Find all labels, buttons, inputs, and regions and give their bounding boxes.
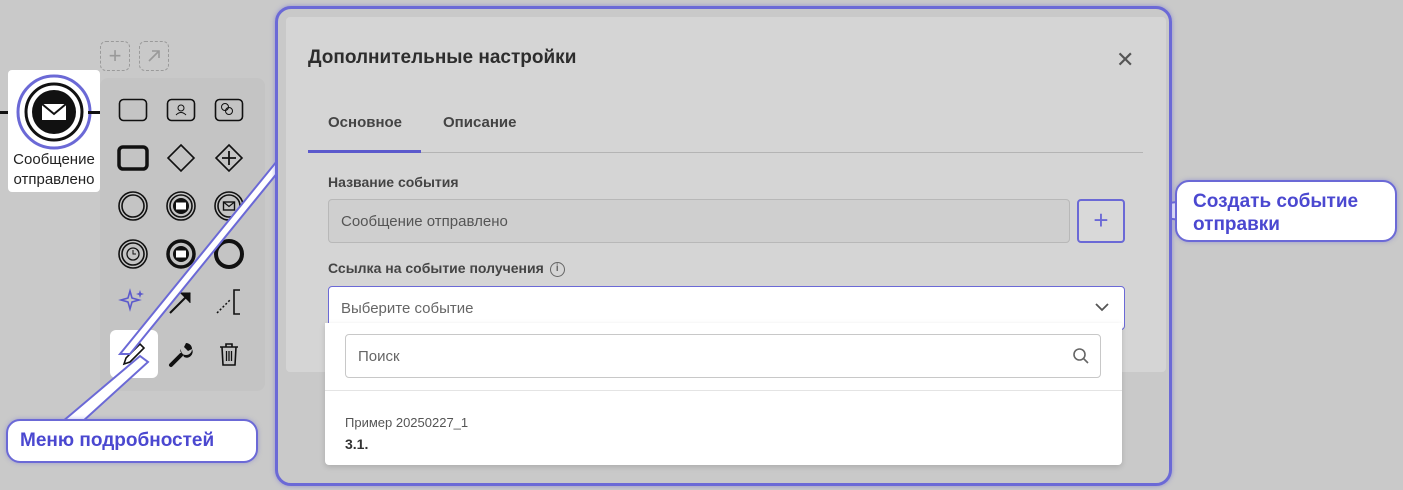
tabs-divider [308,152,1143,153]
event-name-label: Название события [328,174,459,190]
info-icon[interactable]: i [549,261,565,277]
select-placeholder: Выберите событие [341,300,474,317]
close-icon[interactable]: ✕ [1116,47,1134,73]
search-placeholder: Поиск [358,348,400,365]
link-event-label-text: Ссылка на событие получения [328,260,544,276]
modal-highlight-frame: Дополнительные настройки ✕ Основное Опис… [275,6,1172,486]
create-event-callout: Создать событие отправки [1175,180,1397,242]
create-event-button[interactable]: + [1077,199,1125,243]
option-subtitle[interactable]: Пример 20250227_1 [345,415,468,430]
event-dropdown: Поиск Пример 20250227_1 3.1. [325,323,1122,465]
search-icon [1073,348,1089,364]
details-menu-callout: Меню подробностей [6,419,258,463]
event-name-field: Сообщение отправлено [328,199,1070,243]
active-tab-indicator [308,150,421,153]
option-title[interactable]: 3.1. [345,436,368,452]
tab-main[interactable]: Основное [328,114,402,131]
search-input[interactable]: Поиск [345,334,1101,378]
tab-description[interactable]: Описание [443,114,516,131]
dropdown-divider [325,390,1122,391]
chevron-down-icon [1095,303,1109,312]
modal-title: Дополнительные настройки [308,47,577,68]
link-event-label: Ссылка на событие получения i [328,260,565,277]
settings-modal: Дополнительные настройки ✕ Основное Опис… [286,17,1166,372]
